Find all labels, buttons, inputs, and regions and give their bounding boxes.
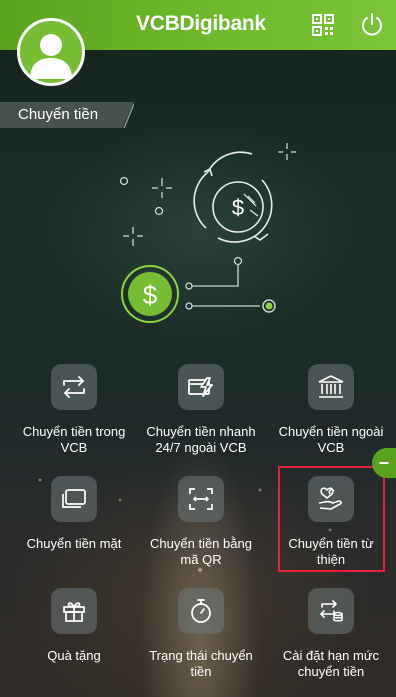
item-label: Trạng thái chuyển tiền: [149, 648, 253, 679]
grid-item-fast-transfer[interactable]: Chuyển tiền nhanh 24/7 ngoài VCB: [136, 364, 266, 474]
qr-scan-icon: [178, 476, 224, 522]
bank-icon: [308, 364, 354, 410]
highlight-box: [278, 466, 385, 572]
brand-vcb: VCB: [136, 12, 180, 35]
brand-logo: VCBDigibank: [136, 12, 266, 36]
cash-transfer-icon: [51, 476, 97, 522]
item-label: Cài đặt hạn mức chuyển tiền: [282, 648, 380, 679]
limit-settings-icon: [308, 588, 354, 634]
side-collapse-tab[interactable]: –: [372, 448, 396, 478]
avatar[interactable]: [17, 18, 85, 86]
card-lightning-icon: [178, 364, 224, 410]
money-transfer-illustration: $ $: [119, 143, 296, 323]
item-label: Chuyển tiền bằng mã QR: [150, 536, 252, 567]
brand-digibank: Digibank: [179, 12, 266, 35]
item-label: Chuyển tiền mặt: [26, 536, 122, 551]
user-icon: [30, 34, 72, 79]
svg-text:$: $: [232, 195, 244, 220]
transfer-arrows-icon: [51, 364, 97, 410]
grid-item-gifts[interactable]: Quà tặng: [9, 588, 139, 697]
qr-code-icon[interactable]: [312, 14, 334, 36]
gift-icon: [51, 588, 97, 634]
grid-item-limit-settings[interactable]: Cài đặt hạn mức chuyển tiền: [266, 588, 396, 697]
power-icon[interactable]: [360, 12, 384, 38]
item-label: Quà tặng: [47, 648, 101, 663]
grid-item-internal-transfer[interactable]: Chuyển tiền trong VCB: [9, 364, 139, 474]
timer-icon: [178, 588, 224, 634]
grid-item-cash-transfer[interactable]: Chuyển tiền mặt: [9, 476, 139, 586]
svg-text:$: $: [143, 280, 158, 310]
item-label: Chuyển tiền trong VCB: [22, 424, 126, 455]
section-title: Chuyển tiền: [18, 106, 99, 123]
grid-item-qr-transfer[interactable]: Chuyển tiền bằng mã QR: [136, 476, 266, 586]
grid-item-transfer-status[interactable]: Trạng thái chuyển tiền: [136, 588, 266, 697]
item-label: Chuyển tiền nhanh 24/7 ngoài VCB: [146, 424, 256, 455]
